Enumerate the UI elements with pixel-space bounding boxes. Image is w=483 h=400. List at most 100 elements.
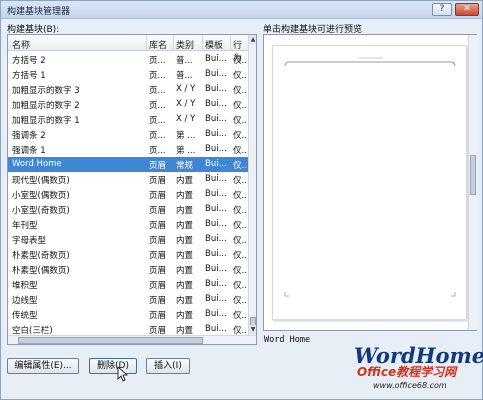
row-gallery: 页... [149,131,166,141]
row-name: 小室型(奇数页) [12,206,70,216]
row-name: 方括号 1 [12,71,46,81]
list-horizontal-scrollbar[interactable] [8,335,256,344]
row-behavior: 仅... [233,311,247,321]
row-template: Bui... [205,234,227,244]
row-template: Bui... [205,69,227,79]
row-behavior: 仅... [233,221,247,231]
row-name: 边线型 [12,296,38,306]
row-gallery: 页眉 [149,296,167,306]
preview-scrollbar[interactable] [468,35,477,330]
list-row[interactable]: 加粗显示的数字 2 页... X / Y Bui... 仅... [8,97,248,112]
row-template: Bui... [205,189,227,199]
delete-button[interactable]: 删除(D) [89,358,137,374]
row-category: 常规 [176,161,194,171]
list-row[interactable]: 强调条 1 页... 第 ... Bui... 仅... [8,142,248,157]
row-template: Bui... [205,279,227,289]
row-category: 普... [176,56,193,66]
row-category: 普... [176,71,193,81]
row-behavior: 仅... [233,251,247,261]
row-gallery: 页... [149,146,166,156]
row-category: 内置 [176,311,194,321]
row-template: Bui... [205,84,227,94]
row-template: Bui... [205,114,227,124]
watermark-cn: Office教程学习网 [357,365,457,379]
preview-page [272,45,467,320]
help-button[interactable]: ? [432,3,452,16]
scroll-up-arrow-icon[interactable]: ▲ [249,35,256,44]
list-row[interactable]: 现代型(偶数页) 页眉内置 Bui... 仅... [8,172,248,187]
list-row[interactable]: Word Home 页眉常规 Bui... 仅... [8,157,248,172]
list-row[interactable]: 加粗显示的数字 1 页... X / Y Bui... 仅... [8,112,248,127]
row-category: 第 ... [176,131,196,141]
list-row[interactable]: 堆积型 页眉内置 Bui... 仅... [8,277,248,292]
insert-button[interactable]: 插入(I) [146,358,190,374]
row-template: Bui... [205,324,227,334]
column-header-name[interactable]: 名称 [12,38,30,51]
row-gallery: 页眉 [149,251,167,261]
row-template: Bui... [205,219,227,229]
row-template: Bui... [205,144,227,154]
building-blocks-list[interactable]: 名称 库名 类别 模板 行为 方括号 2页...普...Bui...仅...方括… [7,34,257,345]
row-category: 内置 [176,296,194,306]
row-category: X / Y [176,84,196,94]
list-row[interactable]: 方括号 1 页... 普... Bui... 仅... [8,67,248,82]
list-row[interactable]: 小室型(奇数页) 页眉内置 Bui... 仅... [8,202,248,217]
building-blocks-dialog: 构建基块管理器 ? ✕ 构建基块(B): 单击构建基块可进行预览 名称 库名 类… [0,0,483,400]
preview-pane [263,34,477,331]
list-row[interactable]: 小室型(偶数页) 页眉内置 Bui... 仅... [8,187,248,202]
row-category: 内置 [176,266,194,276]
horizontal-scroll-thumb[interactable] [18,337,203,344]
row-name: 加粗显示的数字 3 [12,86,80,96]
list-row[interactable]: 年刊型 页眉内置 Bui... 仅... [8,217,248,232]
edit-properties-button[interactable]: 编辑属性(E)... [7,358,79,374]
list-vertical-scrollbar[interactable]: ▲ ▼ [248,35,256,335]
row-behavior: 仅... [233,266,247,276]
row-template: Bui... [205,159,227,169]
row-category: X / Y [176,99,196,109]
close-button[interactable]: ✕ [455,3,479,16]
scroll-down-arrow-icon[interactable]: ▼ [249,325,256,334]
row-category: 内置 [176,236,194,246]
row-name: 强调条 1 [12,146,46,156]
list-row[interactable]: 朴素型(偶数页) 页眉内置 Bui... 仅... [8,262,248,277]
row-category: 内置 [176,191,194,201]
list-row[interactable]: 字母表型 页眉内置 Bui... 仅... [8,232,248,247]
row-gallery: 页... [149,71,166,81]
list-row[interactable]: 朴素型(奇数页) 页眉内置 Bui... 仅... [8,247,248,262]
header-preview-graphic [284,57,456,297]
list-row[interactable]: 强调条 2 页... 第 ... Bui... 仅... [8,127,248,142]
row-gallery: 页... [149,116,166,126]
row-category: 内置 [176,206,194,216]
preview-block-name: Word Home [264,335,311,345]
row-gallery: 页眉 [149,281,167,291]
row-name: 朴素型(偶数页) [12,266,70,276]
row-behavior: 仅... [233,71,247,81]
row-gallery: 页眉 [149,191,167,201]
row-category: 第 ... [176,146,196,156]
row-name: 堆积型 [12,281,38,291]
row-name: 朴素型(奇数页) [12,251,70,261]
column-header-gallery[interactable]: 库名 [149,38,167,51]
row-name: Word Home [12,159,62,169]
row-template: Bui... [205,294,227,304]
row-gallery: 页... [149,101,166,111]
row-gallery: 页眉 [149,236,167,246]
column-header-template[interactable]: 模板 [205,38,223,51]
row-template: Bui... [205,204,227,214]
row-name: 传统型 [12,311,38,321]
title-bar: 构建基块管理器 ? ✕ [1,1,482,19]
list-row[interactable]: 传统型 页眉内置 Bui... 仅... [8,307,248,322]
preview-scroll-thumb[interactable] [470,155,476,195]
column-header-category[interactable]: 类别 [176,38,194,51]
row-behavior: 仅... [233,161,247,171]
row-name: 年刊型 [12,221,38,231]
list-row[interactable]: 加粗显示的数字 3 页... X / Y Bui... 仅... [8,82,248,97]
list-row[interactable]: 边线型 页眉内置 Bui... 仅... [8,292,248,307]
row-behavior: 仅... [233,176,247,186]
row-name: 小室型(偶数页) [12,191,70,201]
list-row[interactable]: 方括号 2 页... 普... Bui... 仅... [8,52,248,67]
row-template: Bui... [205,174,227,184]
row-category: 内置 [176,281,194,291]
row-behavior: 仅... [233,281,247,291]
row-name: 强调条 2 [12,131,46,141]
